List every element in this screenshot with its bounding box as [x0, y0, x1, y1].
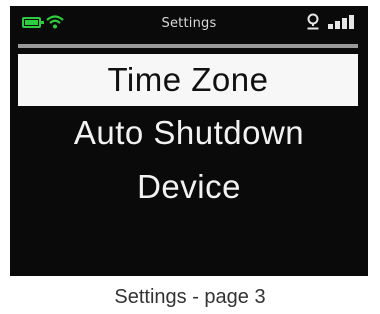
status-bar: Settings [10, 6, 368, 42]
device-screen: Settings Time Zone Auto Shutdown Device [10, 6, 368, 276]
settings-menu: Time Zone Auto Shutdown Device [10, 54, 368, 214]
figure-caption: Settings - page 3 [114, 286, 266, 308]
menu-item-device[interactable]: Device [10, 160, 368, 214]
menu-item-auto-shutdown[interactable]: Auto Shutdown [10, 106, 368, 160]
location-pin-icon [307, 13, 319, 30]
menu-item-time-zone[interactable]: Time Zone [18, 54, 358, 106]
divider [18, 44, 358, 48]
signal-bars-icon [328, 15, 356, 29]
